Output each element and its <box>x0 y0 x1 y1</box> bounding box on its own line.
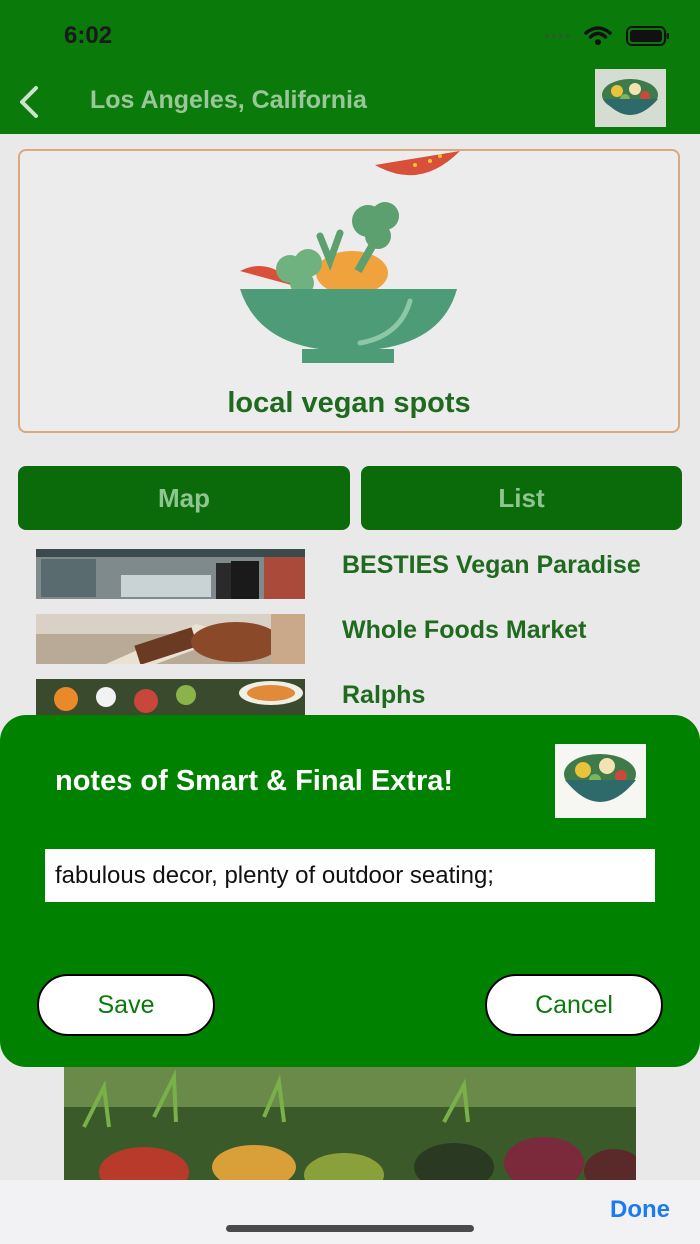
chevron-left-icon <box>20 86 38 118</box>
notes-dialog: notes of Smart & Final Extra! Save Cance… <box>0 715 700 1067</box>
done-button[interactable]: Done <box>610 1196 670 1224</box>
salad-bowl-icon <box>240 151 460 363</box>
status-time: 6:02 <box>64 22 113 49</box>
save-button[interactable]: Save <box>37 974 215 1036</box>
salad-bowl-icon <box>555 744 646 818</box>
dialog-title: notes of Smart & Final Extra! <box>55 765 454 797</box>
battery-icon <box>626 26 669 46</box>
place-name: Ralphs <box>342 681 426 709</box>
top-bar: 6:02 Los Angeles, California <box>0 0 700 134</box>
status-icons <box>545 26 670 46</box>
dialog-thumbnail <box>555 744 646 818</box>
home-indicator <box>226 1225 474 1232</box>
note-input[interactable] <box>45 849 655 902</box>
salad-bowl-icon <box>595 69 666 127</box>
wifi-icon <box>584 26 612 45</box>
signal-icon <box>545 34 570 38</box>
nav-title: Los Angeles, California <box>90 86 367 114</box>
cancel-button[interactable]: Cancel <box>485 974 663 1036</box>
background-photo <box>64 1067 636 1180</box>
place-name: Whole Foods Market <box>342 616 587 644</box>
hero-title: local vegan spots <box>227 387 471 419</box>
list-item[interactable]: BESTIES Vegan Paradise <box>0 545 700 605</box>
tab-list[interactable]: List <box>361 466 682 530</box>
back-button[interactable] <box>14 84 44 120</box>
place-name: BESTIES Vegan Paradise <box>342 551 641 579</box>
tab-map[interactable]: Map <box>18 466 350 530</box>
place-thumbnail <box>36 614 305 664</box>
place-thumbnail <box>36 549 305 599</box>
hero-card: local vegan spots <box>18 149 680 433</box>
list-item[interactable]: Whole Foods Market <box>0 610 700 670</box>
keyboard-accessory-bar: Done <box>0 1180 700 1244</box>
profile-avatar[interactable] <box>595 69 666 127</box>
